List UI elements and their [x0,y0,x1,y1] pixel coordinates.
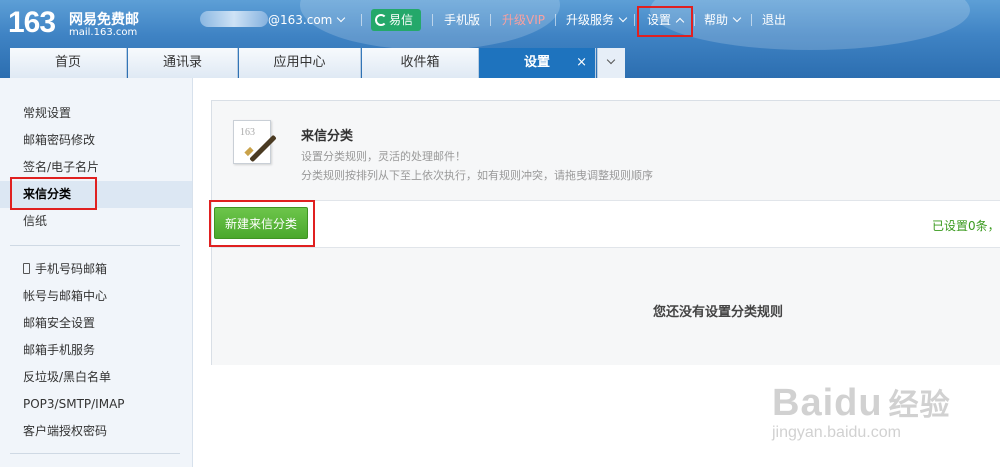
panel-header: 163 来信分类 设置分类规则，灵活的处理邮件！ 分类规则按排列从下至上依次执行… [212,101,1000,201]
empty-state-message: 您还没有设置分类规则 [653,305,784,320]
sidebar-item-security[interactable]: 邮箱安全设置 [0,310,192,337]
logo-title: 网易免费邮 [69,12,139,28]
logout-link[interactable]: 退出 [762,9,786,31]
sidebar-item-client-auth-password[interactable]: 客户端授权密码 [0,418,192,445]
close-icon[interactable]: × [576,48,587,78]
nav-divider [751,14,752,26]
sidebar-item-phone-mailbox[interactable]: 手机号码邮箱 [0,256,192,283]
sidebar-item-antispam[interactable]: 反垃圾/黑白名单 [0,364,192,391]
sidebar-item-label: 手机号码邮箱 [35,262,108,276]
watermark-brand-du: du [834,382,883,424]
nav-divider [490,14,491,26]
panel-description: 设置分类规则，灵活的处理邮件！ [301,150,466,163]
rule-count-text: 已设置0条， [932,219,1000,233]
watermark-brand: Bai [772,382,835,424]
sidebar-item-password[interactable]: 邮箱密码修改 [0,127,192,154]
tab-home[interactable]: 首页 [10,48,127,78]
watermark-url: jingyan.baidu.com [772,424,901,441]
yixin-button[interactable]: 易信 [371,9,421,31]
user-email: @163.com [268,13,333,27]
logo-domain: mail.163.com [69,27,138,38]
panel-rule-hint: 分类规则按排列从下至上依次执行，如有规则冲突，请拖曳调整规则顺序 [301,169,653,182]
mail-filter-panel: 163 来信分类 设置分类规则，灵活的处理邮件！ 分类规则按排列从下至上依次执行… [211,100,1000,365]
tab-inbox[interactable]: 收件箱 [362,48,479,78]
blurred-username [200,11,268,27]
yixin-label: 易信 [389,13,414,27]
settings-sidebar: 常规设置 邮箱密码修改 签名/电子名片 来信分类 信纸 手机号码邮箱 帐号与邮箱… [0,78,193,467]
baidu-jingyan-watermark: Baidu 经验 jingyan.baidu.com [772,380,951,441]
phone-icon [23,263,30,274]
nav-divider [694,14,695,26]
upgrade-service-menu[interactable]: 升级服务 [566,9,628,31]
tab-settings-label: 设置 [523,55,550,70]
upgrade-service-label: 升级服务 [566,13,615,27]
mail-filter-highlight-box [10,177,97,210]
sidebar-item-mobile-service[interactable]: 邮箱手机服务 [0,337,192,364]
sidebar-item-general[interactable]: 常规设置 [0,100,192,127]
mobile-version-link[interactable]: 手机版 [444,9,480,31]
tab-more-dropdown[interactable] [597,48,625,78]
chevron-down-icon [606,55,616,65]
sidebar-item-pop3-smtp-imap[interactable]: POP3/SMTP/IMAP [0,391,192,418]
tab-app-center[interactable]: 应用中心 [239,48,361,78]
nav-divider [555,14,556,26]
help-label: 帮助 [704,13,729,27]
chevron-down-icon [732,13,742,23]
yixin-icon [375,14,387,26]
tab-settings[interactable]: 设置 × [479,48,596,78]
upgrade-vip-link[interactable]: 升级VIP [502,9,545,31]
chevron-down-icon [337,13,346,23]
pen-body [249,134,277,163]
new-button-highlight-box [209,200,315,247]
user-account-menu[interactable]: @163.com [268,9,346,31]
nav-divider [432,14,433,26]
sidebar-divider [10,245,180,246]
note-icon-number: 163 [240,127,255,138]
sidebar-item-account-center[interactable]: 帐号与邮箱中心 [0,283,192,310]
note-pen-icon: 163 [233,120,277,164]
empty-state: 您还没有设置分类规则 [212,249,1000,365]
tab-contacts[interactable]: 通讯录 [128,48,238,78]
panel-toolbar: 新建来信分类 已设置0条， [212,201,1000,248]
help-menu[interactable]: 帮助 [704,9,742,31]
nav-divider [634,14,635,26]
header-cloud-decoration [650,0,970,50]
chevron-down-icon [618,13,628,23]
sidebar-divider [10,453,180,454]
sidebar-item-stationery[interactable]: 信纸 [0,208,192,235]
nav-divider [361,14,362,26]
watermark-brand-cn: 经验 [888,389,951,422]
panel-title: 来信分类 [301,129,354,144]
settings-highlight-box [637,6,693,37]
logo-number[interactable]: 163 [8,6,56,40]
